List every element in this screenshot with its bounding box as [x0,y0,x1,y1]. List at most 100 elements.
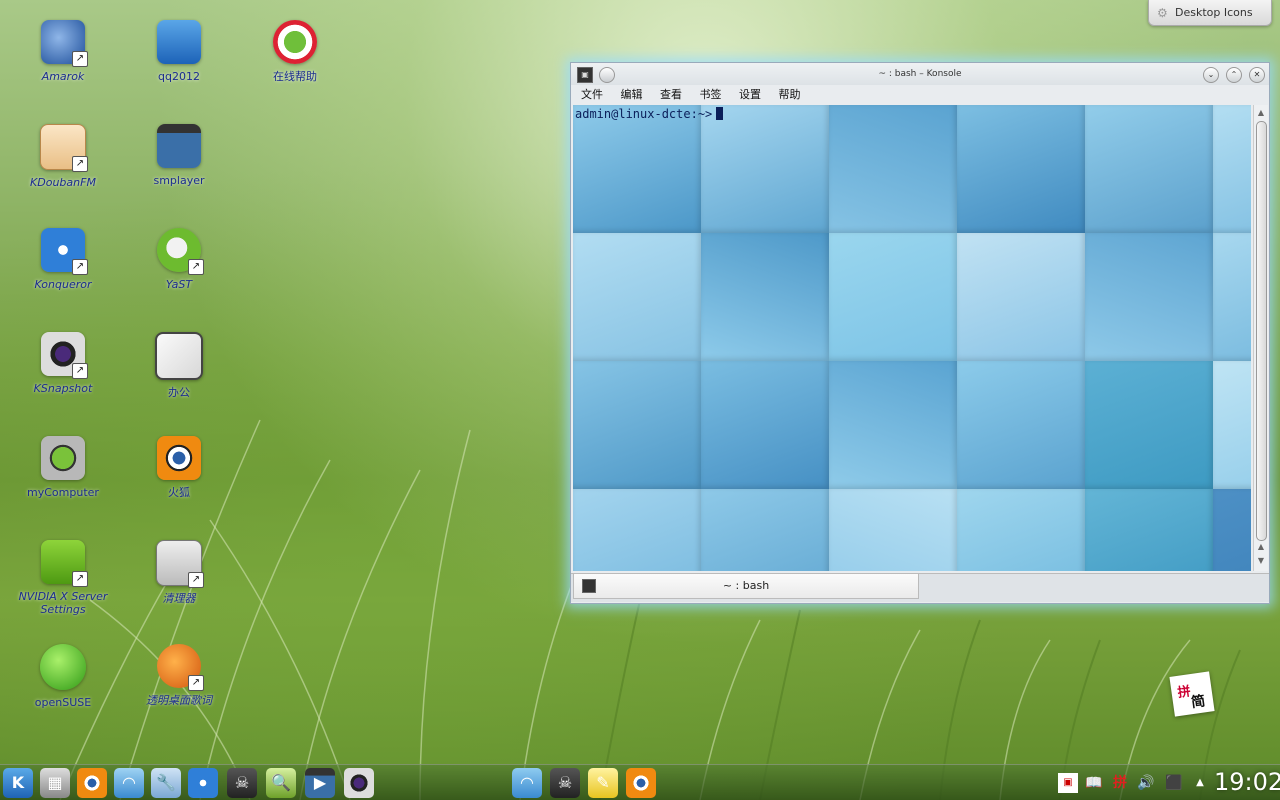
smplayer-clapper-icon[interactable]: ▶ [305,768,335,798]
text-cursor [716,107,724,120]
desktop-icon-label: YaST [165,278,193,291]
desktop-icon-office[interactable]: 办公 [131,332,227,399]
desktop-icon-online-help[interactable]: 在线帮助 [247,20,343,83]
dolphin-icon[interactable]: ◠ [114,768,144,798]
lyrics-icon: ↗ [157,644,204,691]
desktop-icon-label: KDoubanFM [30,176,96,189]
menu-help[interactable]: 帮助 [779,85,801,105]
scroll-down-icon[interactable]: ▼ [1254,555,1268,567]
desktop-icon-label: 办公 [168,386,190,399]
desktop-icon-yast[interactable]: ↗ YaST [131,228,227,291]
ime-glyph-top: 拼 [1176,684,1192,701]
amarok-icon: ↗ [41,20,88,67]
task-konsole-icon[interactable]: ☠ [550,768,580,798]
task-firefox-icon[interactable] [626,768,656,798]
shortcut-arrow-icon: ↗ [72,156,88,172]
tab-label: ~ : bash [722,579,770,592]
nvidia-icon: ↗ [41,540,88,587]
tab-bash[interactable]: ~ : bash [573,574,919,599]
menu-view[interactable]: 查看 [660,85,682,105]
tray-book-icon[interactable]: 📖 [1084,773,1104,793]
scroll-up-icon[interactable]: ▲ [1254,107,1268,119]
desktop-icon-label: NVIDIA X Server Settings [18,590,108,616]
desktop-icon-cleaner[interactable]: ↗ 清理器 [131,540,227,605]
menu-edit[interactable]: 编辑 [621,85,643,105]
desktop-icon-mycomputer[interactable]: myComputer [15,436,111,499]
magnifier-icon[interactable]: 🔍 [266,768,296,798]
network-icon[interactable]: ⬛ [1164,773,1184,793]
desktop-icon-kdoubanfm[interactable]: ↗ KDoubanFM [15,124,111,189]
yast-chameleon-icon: ↗ [157,228,204,275]
firefox-eye-icon[interactable] [77,768,107,798]
tab-bar: ~ : bash [571,573,1269,602]
maximize-button[interactable]: ⌃ [1226,67,1242,83]
desktop-icon-konqueror[interactable]: ↗ Konqueror [15,228,111,291]
desktop-grid-icon[interactable]: ▦ [40,768,70,798]
camera-icon: ↗ [41,332,88,379]
desktop-icon-label: openSUSE [34,696,92,709]
scroll-down-icon[interactable]: ▲ [1254,541,1268,553]
desktop-icon-qq2012[interactable]: qq2012 [131,20,227,83]
task-dolphin-icon[interactable]: ◠ [512,768,542,798]
minimize-button[interactable]: ⌄ [1203,67,1219,83]
shortcut-arrow-icon: ↗ [72,571,88,587]
qq-icon [157,20,201,64]
terminal-skull-icon[interactable]: ☠ [227,768,257,798]
close-button[interactable]: ✕ [1249,67,1265,83]
harddisk-icon [41,436,85,480]
desktop-icon-label: smplayer [153,174,205,187]
volume-icon[interactable]: 🔊 [1136,773,1156,793]
shortcut-arrow-icon: ↗ [188,572,204,588]
task-notes-icon[interactable]: ✎ [588,768,618,798]
tray-expand-icon[interactable]: ▲ [1190,773,1210,793]
clapperboard-icon [157,124,201,168]
desktop-icon-opensuse[interactable]: openSUSE [15,644,111,709]
document-icon [155,332,203,380]
desktop-icon-desktop-lyrics[interactable]: ↗ 透明桌面歌词 [131,644,227,707]
desktop-icon-label: 火狐 [168,486,190,499]
menu-bookmarks[interactable]: 书签 [700,85,722,105]
desktop-icons-label: Desktop Icons [1175,6,1253,19]
clock[interactable]: 19:02 [1214,768,1280,796]
shortcut-arrow-icon: ↗ [72,363,88,379]
desktop-icon-label: Konqueror [34,278,92,291]
gear-icon: ⚙ [1157,6,1168,20]
ksnapshot-camera-icon[interactable] [344,768,374,798]
tray-app-icon[interactable]: ▣ [1058,773,1078,793]
konsole-window[interactable]: ▣ ~ : bash – Konsole ⌄ ⌃ ✕ 文件 编辑 查看 书签 设… [570,62,1270,604]
terminal-icon [582,579,596,593]
desktop-icon-label: 清理器 [162,592,196,605]
menu-file[interactable]: 文件 [581,85,603,105]
title-bar[interactable]: ▣ ~ : bash – Konsole ⌄ ⌃ ✕ [571,63,1269,85]
desktop-icons-toolbox[interactable]: ⚙ Desktop Icons [1148,0,1272,26]
ime-glyph-bottom: 简 [1190,693,1207,712]
tray-ime-pinyin[interactable]: 拼 [1110,773,1130,793]
desktop-icon-firefox[interactable]: 火狐 [131,436,227,499]
terminal-area[interactable]: admin@linux-dcte:~> [573,105,1251,571]
desktop-icon-nvidia-settings[interactable]: ↗ NVIDIA X Server Settings [15,540,111,616]
eye-icon [157,436,201,480]
desktop-icon-label: myComputer [27,486,99,499]
kickoff-launcher-icon[interactable]: K [3,768,33,798]
shortcut-arrow-icon: ↗ [188,675,204,691]
desktop-icon-ksnapshot[interactable]: ↗ KSnapshot [15,332,111,395]
taskbar: K ▦ ◠ 🔧 ☠ 🔍 ▶ ◠ ☠ ✎ ▣ 📖 拼 🔊 ⬛ ▲ 19:02 [0,764,1280,800]
konqueror-compass-icon[interactable] [188,768,218,798]
radio-icon: ↗ [40,124,88,172]
shell-prompt: admin@linux-dcte:~> [575,107,724,121]
shortcut-arrow-icon: ↗ [72,51,88,67]
desktop-icon-label: Amarok [41,70,85,83]
menu-settings[interactable]: 设置 [739,85,761,105]
opensuse-logo-icon [40,644,86,690]
system-settings-icon[interactable]: 🔧 [151,768,181,798]
shortcut-arrow-icon: ↗ [188,259,204,275]
desktop-icon-smplayer[interactable]: smplayer [131,124,227,187]
desktop-icon-label: 在线帮助 [273,70,317,83]
scrollbar-thumb[interactable] [1256,121,1267,541]
vertical-scrollbar[interactable]: ▲ ▲ ▼ [1253,105,1268,571]
desktop: ↗ Amarok qq2012 在线帮助 ↗ KDoubanFM smplaye… [0,0,1280,800]
desktop-icon-label: 透明桌面歌词 [146,694,212,707]
desktop-icon-amarok[interactable]: ↗ Amarok [15,20,111,83]
input-method-floating-icon[interactable]: 拼 简 [1169,671,1215,717]
shortcut-arrow-icon: ↗ [72,259,88,275]
